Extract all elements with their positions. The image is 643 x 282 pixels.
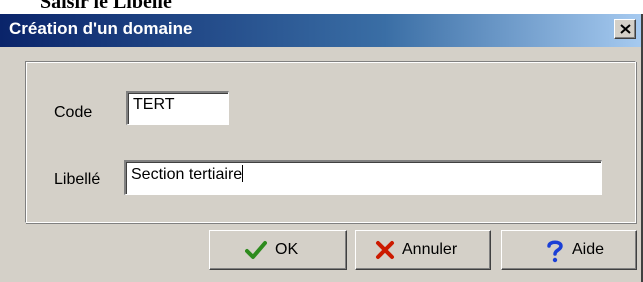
- checkmark-icon: [245, 241, 267, 259]
- question-mark-icon: [547, 240, 563, 263]
- aide-button[interactable]: Aide: [501, 230, 637, 270]
- close-icon: [620, 24, 631, 34]
- annuler-button[interactable]: Annuler: [355, 230, 491, 270]
- creation-domaine-dialog: Création d'un domaine Code TERT Libellé …: [0, 14, 643, 282]
- libelle-value: Section tertiaire: [131, 166, 243, 183]
- code-value: TERT: [133, 96, 175, 113]
- background-document-text: Saisir le Libellé: [40, 0, 172, 13]
- code-label-text: Code: [54, 104, 93, 121]
- window-title: Création d'un domaine: [9, 19, 193, 38]
- ok-button-label: OK: [275, 241, 299, 258]
- close-button[interactable]: [614, 19, 636, 39]
- aide-button-label: Aide: [572, 241, 605, 258]
- code-label: Code: [54, 104, 92, 122]
- annuler-button-label: Annuler: [402, 241, 458, 258]
- cross-icon: [376, 241, 394, 259]
- form-group-box: [25, 61, 636, 223]
- ok-button[interactable]: OK: [209, 230, 347, 270]
- libelle-label: Libellé: [54, 171, 100, 189]
- text-caret: [242, 165, 244, 182]
- libelle-label-text: Libellé: [54, 171, 101, 188]
- title-bar[interactable]: Création d'un domaine: [0, 14, 641, 47]
- libelle-input[interactable]: Section tertiaire: [124, 160, 602, 195]
- code-input[interactable]: TERT: [126, 91, 229, 125]
